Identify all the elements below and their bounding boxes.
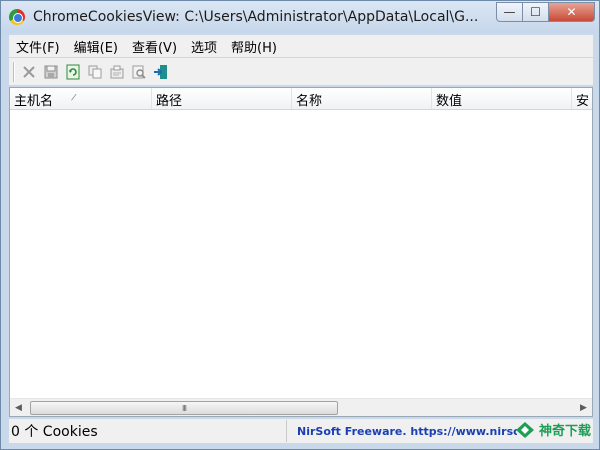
- scrollbar-grip-icon: III: [181, 403, 187, 413]
- arrow-right-icon: ▶: [580, 403, 587, 413]
- minimize-button[interactable]: —: [496, 2, 523, 22]
- title-bar[interactable]: ChromeCookiesView: C:\Users\Administrato…: [1, 1, 599, 33]
- save-button[interactable]: [41, 62, 61, 82]
- watermark: 神奇下载: [515, 420, 591, 439]
- find-icon: [132, 65, 146, 79]
- close-icon: ✕: [566, 5, 577, 19]
- maximize-icon: ☐: [530, 5, 541, 19]
- find-button[interactable]: [129, 62, 149, 82]
- column-header-host[interactable]: 主机名 /: [10, 88, 152, 109]
- status-bar: 0 个 Cookies NirSoft Freeware. https://ww…: [9, 419, 593, 443]
- column-header-secure[interactable]: 安: [572, 88, 592, 109]
- column-header-label: 名称: [296, 93, 323, 109]
- window-controls: — ☐ ✕: [496, 2, 595, 22]
- scroll-left-button[interactable]: ◀: [10, 400, 27, 416]
- delete-icon: [23, 65, 35, 78]
- app-window: ChromeCookiesView: C:\Users\Administrato…: [0, 0, 600, 450]
- menu-view[interactable]: 查看(V): [125, 37, 184, 56]
- column-header-label: 主机名: [14, 93, 54, 109]
- column-header-label: 安: [576, 93, 590, 109]
- arrow-left-icon: ◀: [15, 403, 22, 413]
- copy-button[interactable]: [85, 62, 105, 82]
- window-title: ChromeCookiesView: C:\Users\Administrato…: [33, 9, 479, 25]
- menu-edit[interactable]: 编辑(E): [67, 37, 125, 56]
- menu-bar: 文件(F) 编辑(E) 查看(V) 选项 帮助(H): [9, 35, 593, 57]
- menu-help[interactable]: 帮助(H): [224, 37, 284, 56]
- column-header-label: 路径: [156, 93, 183, 109]
- save-icon: [44, 65, 58, 78]
- copy-icon: [88, 65, 102, 78]
- menu-file[interactable]: 文件(F): [9, 37, 67, 56]
- watermark-logo-icon: [515, 421, 534, 438]
- properties-button[interactable]: [107, 62, 127, 82]
- toolbar: [9, 57, 593, 85]
- list-body[interactable]: [10, 110, 592, 398]
- sort-indicator-icon: /: [70, 92, 77, 104]
- column-header-path[interactable]: 路径: [152, 88, 292, 109]
- scroll-right-button[interactable]: ▶: [575, 400, 592, 416]
- column-header-label: 数值: [436, 93, 463, 109]
- refresh-button[interactable]: [63, 62, 83, 82]
- refresh-icon: [66, 64, 80, 79]
- column-header-name[interactable]: 名称: [292, 88, 432, 109]
- cookies-list[interactable]: 主机名 / 路径 名称 数值 安 ◀ III ▶: [9, 87, 593, 417]
- horizontal-scrollbar[interactable]: ◀ III ▶: [10, 398, 592, 416]
- chrome-app-icon: [9, 9, 25, 25]
- column-header-value[interactable]: 数值: [432, 88, 572, 109]
- properties-icon: [110, 65, 124, 78]
- toolbar-grip[interactable]: [13, 61, 15, 82]
- maximize-button[interactable]: ☐: [523, 2, 549, 22]
- exit-button[interactable]: [151, 62, 171, 82]
- delete-button[interactable]: [19, 62, 39, 82]
- minimize-icon: —: [503, 5, 516, 19]
- exit-icon: [154, 64, 167, 79]
- watermark-text: 神奇下载: [538, 424, 591, 439]
- scrollbar-thumb[interactable]: III: [30, 401, 338, 415]
- nirsoft-link[interactable]: NirSoft Freeware. https://www.nirsoft.ne…: [297, 425, 517, 438]
- list-header: 主机名 / 路径 名称 数值 安: [10, 88, 592, 110]
- cookie-count: 0 个 Cookies: [9, 420, 287, 442]
- close-button[interactable]: ✕: [549, 2, 595, 22]
- menu-options[interactable]: 选项: [184, 37, 224, 56]
